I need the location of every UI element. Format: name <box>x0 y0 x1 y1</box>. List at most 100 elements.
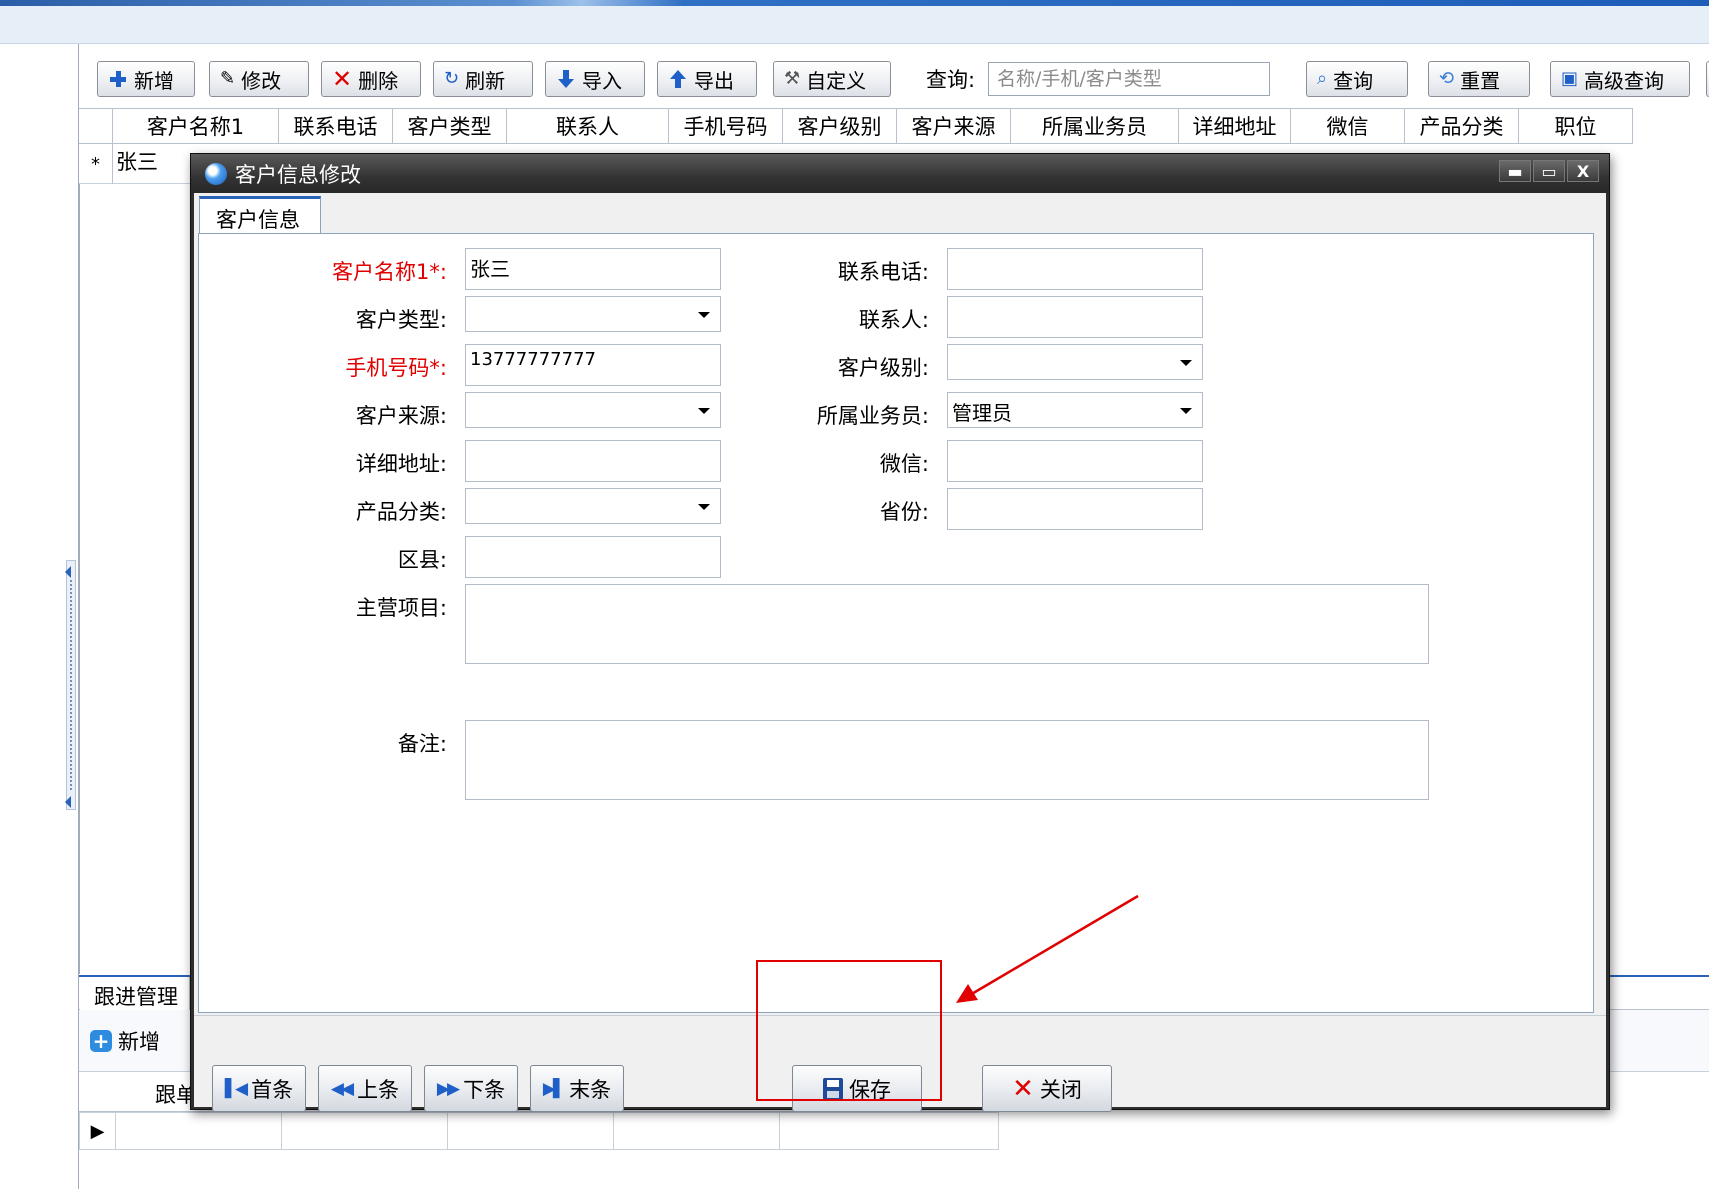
column-header[interactable]: 产品分类 <box>1405 109 1519 143</box>
column-header[interactable]: 联系人 <box>507 109 669 143</box>
dialog-titlebar[interactable]: 客户信息修改 ▬ ▭ X <box>191 154 1609 193</box>
chevron-down-icon[interactable] <box>1180 360 1192 366</box>
arrow-up-icon <box>668 69 688 89</box>
advanced-search-label: 高级查询 <box>1584 68 1665 93</box>
reset-button-label: 重置 <box>1460 68 1501 93</box>
maximize-icon[interactable]: ▭ <box>1533 160 1565 182</box>
refresh-button[interactable]: ↻ 刷新 <box>433 61 533 97</box>
column-header[interactable]: 职位 <box>1519 109 1633 143</box>
customer-source-label: 客户来源: <box>355 404 447 428</box>
customer-type-select[interactable] <box>465 296 721 332</box>
refresh-icon: ↻ <box>444 68 460 89</box>
add-icon: + <box>90 1030 112 1052</box>
row-pointer-icon: ▶ <box>80 1113 116 1149</box>
delete-button-label: 删除 <box>358 68 399 93</box>
refresh-button-label: 刷新 <box>465 68 506 93</box>
edit-button-label: 修改 <box>241 68 282 93</box>
search-icon: ⌕ <box>1317 68 1328 89</box>
contact-field[interactable] <box>947 296 1203 338</box>
column-header[interactable]: 联系电话 <box>279 109 393 143</box>
mobile-field[interactable]: 13777777777 <box>465 344 721 386</box>
chevron-down-icon[interactable] <box>698 504 710 510</box>
collapse-left-icon[interactable] <box>65 796 71 808</box>
column-header[interactable]: 客户级别 <box>783 109 897 143</box>
customer-source-select[interactable] <box>465 392 721 428</box>
pencil-icon: ✎ <box>220 68 236 89</box>
province-label: 省份: <box>879 500 929 524</box>
splitter-grip <box>70 580 72 790</box>
next-record-label: 下条 <box>463 1077 506 1102</box>
new-button[interactable]: 新增 <box>97 61 195 97</box>
app-icon <box>205 162 227 185</box>
last-icon: ▶▌ <box>542 1078 566 1099</box>
customize-button-label: 自定义 <box>806 68 867 93</box>
next-record-button[interactable]: ▶▶ 下条 <box>424 1065 518 1112</box>
close-button-label: 关闭 <box>1039 1077 1082 1102</box>
advanced-search-button[interactable]: ▣ 高级查询 <box>1550 61 1690 97</box>
search-input[interactable] <box>988 62 1270 96</box>
salesperson-select[interactable]: 管理员 <box>947 392 1203 428</box>
delete-button[interactable]: ✕ 删除 <box>321 61 421 97</box>
phone-field[interactable] <box>947 248 1203 290</box>
phone-label: 联系电话: <box>837 260 929 284</box>
lower-cell[interactable] <box>614 1113 780 1149</box>
product-category-select[interactable] <box>465 488 721 524</box>
column-header[interactable]: 客户来源 <box>897 109 1011 143</box>
table-cell-name[interactable]: 张三 <box>116 146 158 176</box>
column-header[interactable]: 详细地址 <box>1179 109 1291 143</box>
last-record-button[interactable]: ▶▌ 末条 <box>530 1065 624 1112</box>
lower-cell[interactable] <box>780 1113 996 1149</box>
column-header[interactable]: 手机号码 <box>669 109 783 143</box>
lower-cell[interactable] <box>282 1113 448 1149</box>
fast-forward-icon: ▶▶ <box>436 1078 460 1099</box>
calendar-icon: ▣ <box>1561 68 1579 89</box>
lower-new-button[interactable]: + 新增 <box>90 1026 160 1056</box>
prev-record-button[interactable]: ◀◀ 上条 <box>318 1065 412 1112</box>
minimize-icon[interactable]: ▬ <box>1499 160 1531 182</box>
remarks-label: 备注: <box>397 732 447 756</box>
county-field[interactable] <box>465 536 721 578</box>
tab-follow-up[interactable]: 跟进管理 <box>80 977 190 1010</box>
collapse-left-icon[interactable] <box>65 566 71 578</box>
customer-level-select[interactable] <box>947 344 1203 380</box>
chevron-down-icon[interactable] <box>1180 408 1192 414</box>
reset-button[interactable]: ⟲ 重置 <box>1428 61 1530 97</box>
wechat-label: 微信: <box>879 452 929 476</box>
main-business-textarea[interactable] <box>465 584 1429 664</box>
import-button[interactable]: 导入 <box>545 61 645 97</box>
tab-customer-info[interactable]: 客户信息 <box>199 196 321 234</box>
main-business-label: 主营项目: <box>355 596 447 620</box>
chevron-down-icon[interactable] <box>698 312 710 318</box>
address-field[interactable] <box>465 440 721 482</box>
contact-label: 联系人: <box>858 308 929 332</box>
column-header[interactable]: 微信 <box>1291 109 1405 143</box>
close-button[interactable]: ✕ 关闭 <box>982 1065 1112 1112</box>
search-button[interactable]: ⌕ 查询 <box>1306 61 1408 97</box>
chevron-down-icon[interactable] <box>698 408 710 414</box>
import-button-label: 导入 <box>582 68 622 93</box>
province-field[interactable] <box>947 488 1203 530</box>
highlight-box <box>756 960 942 1101</box>
customer-level-label: 客户级别: <box>837 356 929 380</box>
remarks-textarea[interactable] <box>465 720 1429 800</box>
export-button[interactable]: 导出 <box>657 61 757 97</box>
grid-corner <box>79 109 113 143</box>
customize-button[interactable]: ⚒ 自定义 <box>773 61 891 97</box>
customer-name-field[interactable]: 张三 <box>465 248 721 290</box>
first-record-button[interactable]: ▌◀ 首条 <box>212 1065 306 1112</box>
lower-table-row[interactable]: ▶ <box>79 1112 999 1150</box>
wechat-field[interactable] <box>947 440 1203 482</box>
new-button-label: 新增 <box>134 68 174 93</box>
county-label: 区县: <box>397 548 447 572</box>
column-header[interactable]: 所属业务员 <box>1011 109 1179 143</box>
delete-x-icon: ✕ <box>332 65 353 93</box>
salesperson-value: 管理员 <box>952 401 1012 425</box>
column-header[interactable]: 客户名称1 <box>113 109 279 143</box>
lower-cell[interactable] <box>116 1113 282 1149</box>
arrow-down-icon <box>556 69 576 89</box>
lower-cell[interactable] <box>448 1113 614 1149</box>
mobile-label: 手机号码*: <box>345 356 447 380</box>
close-icon[interactable]: X <box>1567 160 1599 182</box>
edit-button[interactable]: ✎ 修改 <box>209 61 309 97</box>
column-header[interactable]: 客户类型 <box>393 109 507 143</box>
